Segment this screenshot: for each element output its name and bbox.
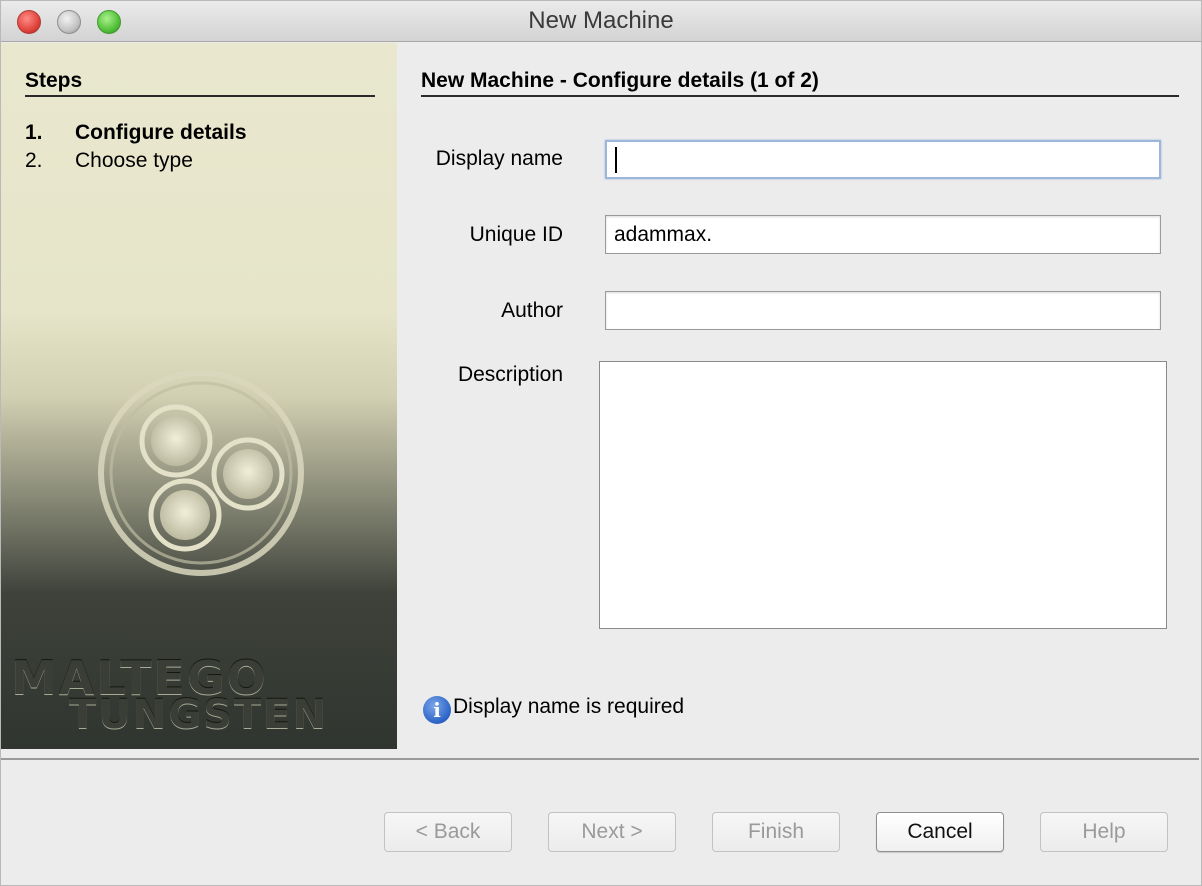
info-icon: i xyxy=(423,696,451,724)
display-name-field[interactable] xyxy=(605,140,1161,179)
unique-id-field[interactable] xyxy=(605,215,1161,254)
maltego-tungsten-wordmark: MALTEGO TUNGSTEN xyxy=(11,655,328,738)
back-button[interactable]: < Back xyxy=(384,812,512,852)
step-label: Configure details xyxy=(75,121,247,144)
help-button[interactable]: Help xyxy=(1040,812,1168,852)
page-title: New Machine - Configure details (1 of 2) xyxy=(421,69,819,92)
step-choose-type: 2. Choose type xyxy=(25,149,193,173)
title-divider xyxy=(421,95,1179,97)
author-label: Author xyxy=(501,299,563,322)
display-name-label: Display name xyxy=(435,147,563,170)
next-button[interactable]: Next > xyxy=(548,812,676,852)
new-machine-dialog: New Machine Steps 1. Configure details 2.… xyxy=(0,0,1202,886)
brand-line-2: TUNGSTEN xyxy=(69,692,328,738)
description-label: Description xyxy=(457,363,563,386)
maltego-logo-icon xyxy=(98,370,304,576)
title-bar: New Machine xyxy=(1,1,1201,42)
author-field[interactable] xyxy=(605,291,1161,330)
text-caret xyxy=(615,147,617,173)
description-textarea[interactable] xyxy=(599,361,1167,629)
window-title: New Machine xyxy=(528,7,674,34)
unique-id-label: Unique ID xyxy=(469,223,563,246)
steps-divider xyxy=(25,95,375,97)
cancel-button[interactable]: Cancel xyxy=(876,812,1004,852)
step-number: 1. xyxy=(25,121,43,144)
step-configure-details: 1. Configure details xyxy=(25,121,247,145)
steps-heading: Steps xyxy=(25,69,83,92)
step-label: Choose type xyxy=(75,149,193,172)
step-number: 2. xyxy=(25,149,43,172)
validation-message: Display name is required xyxy=(453,695,685,718)
footer-divider xyxy=(1,758,1199,760)
steps-sidebar: Steps 1. Configure details 2. Choose type xyxy=(1,43,397,749)
finish-button[interactable]: Finish xyxy=(712,812,840,852)
